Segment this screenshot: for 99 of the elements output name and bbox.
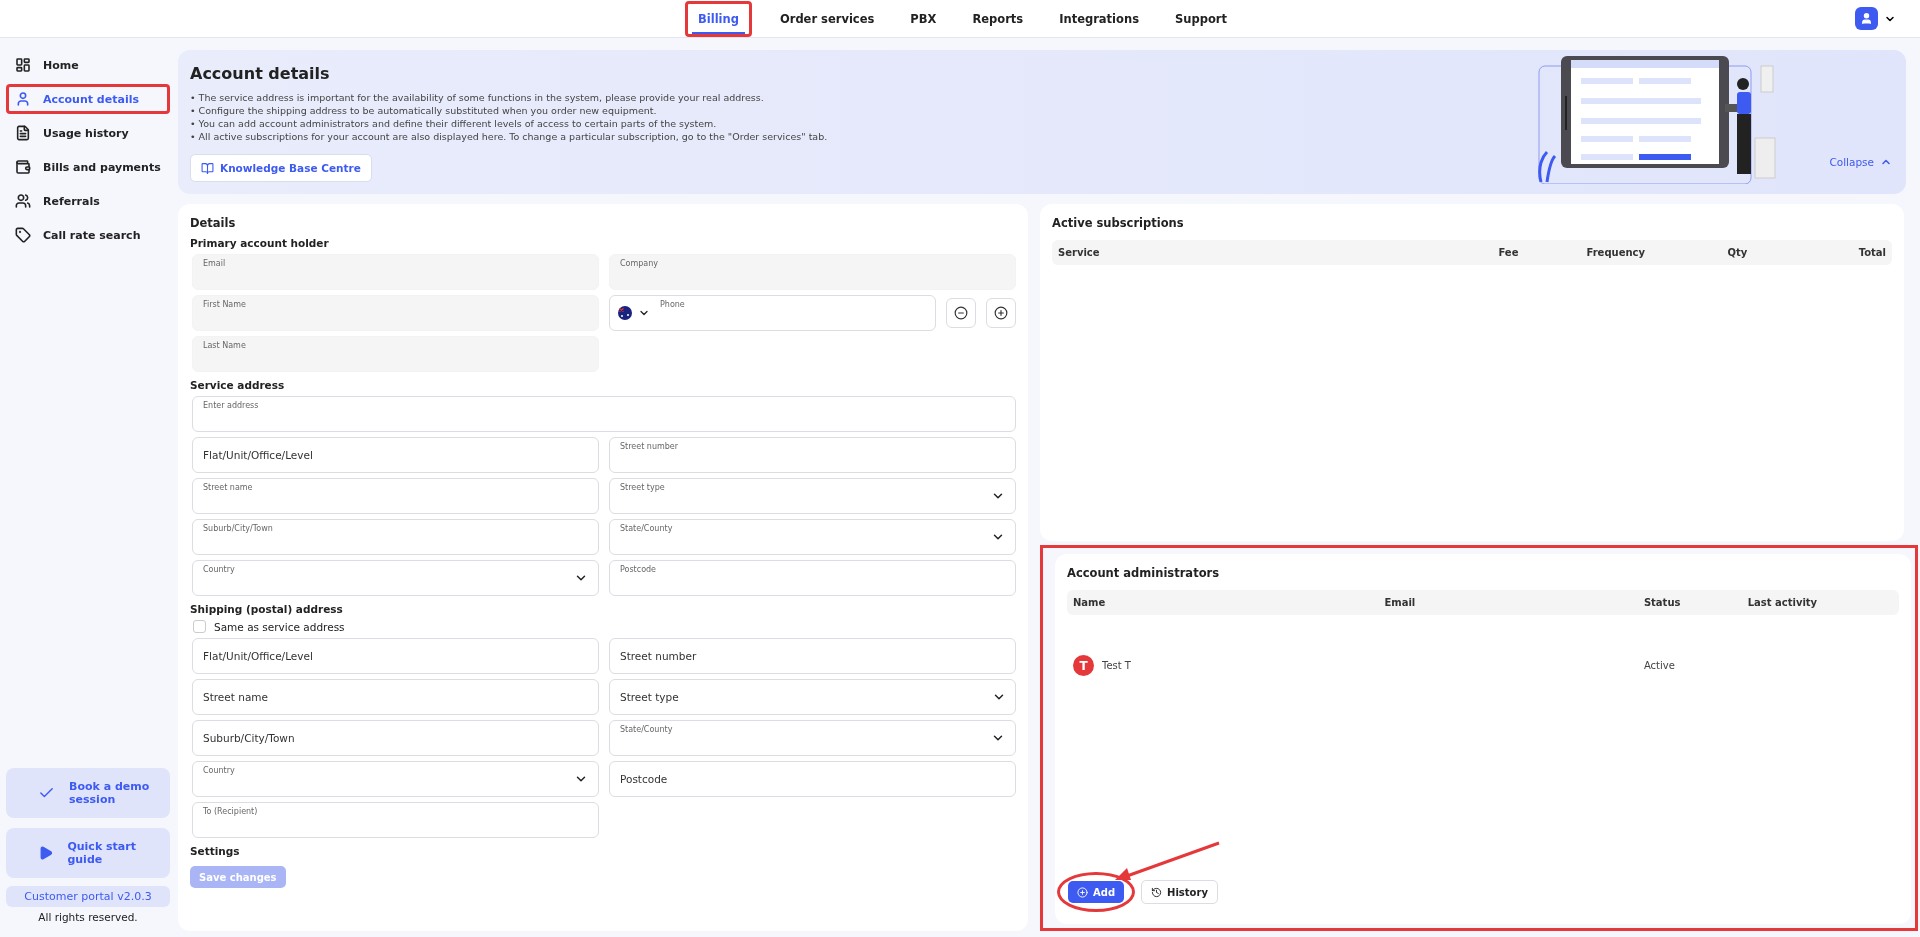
nav-tab[interactable]: Billing <box>690 5 747 32</box>
checkbox-label: Same as service address <box>214 620 345 633</box>
book-icon <box>201 161 214 175</box>
field-label: Email <box>203 259 226 268</box>
history-button[interactable]: History <box>1141 880 1218 904</box>
wallet-icon <box>15 159 31 175</box>
input-field[interactable]: To (Recipient) <box>192 802 599 838</box>
sidebar-item[interactable]: Account details <box>6 84 170 114</box>
select-field[interactable]: Country <box>192 761 599 797</box>
table-cell: Test T <box>1102 660 1131 671</box>
plus-circle-icon <box>1077 886 1088 898</box>
user-avatar-icon <box>1855 7 1878 30</box>
select-field[interactable]: State/County <box>609 720 1016 756</box>
version-label: Customer portal v2.0.3 <box>6 886 170 907</box>
field-label: State/County <box>620 524 673 533</box>
field-label: First Name <box>203 300 246 309</box>
section-title: Details <box>190 216 237 230</box>
add-button[interactable] <box>986 298 1016 328</box>
nav-tab[interactable]: Integrations <box>1051 5 1147 32</box>
tag-icon <box>15 227 31 243</box>
column-header: Status <box>1643 597 1682 608</box>
collapse-button[interactable]: Collapse <box>1829 156 1892 168</box>
account-menu-button[interactable] <box>1855 7 1896 30</box>
minus-circle-icon <box>954 306 968 320</box>
info-bullet: • The service address is important for the availability of some functions in the system, please provide your real address. <box>190 91 764 104</box>
field-label: To (Recipient) <box>203 807 258 816</box>
section-title: Active subscriptions <box>1052 216 1185 230</box>
input-field[interactable]: Suburb/City/Town <box>192 519 599 555</box>
input-field[interactable]: Flat/Unit/Office/Level <box>192 437 599 473</box>
select-field[interactable]: Country <box>192 560 599 596</box>
field-label: Street name <box>203 483 253 492</box>
copyright-text: All rights reserved. <box>37 911 139 923</box>
document-icon <box>15 125 31 141</box>
field-label: Country <box>203 766 235 775</box>
input-field[interactable]: Suburb/City/Town <box>192 720 599 756</box>
promo-card[interactable]: Book a demo session <box>6 768 170 818</box>
field-label: Last Name <box>203 341 246 350</box>
column-header: Name <box>1073 597 1107 608</box>
nav-tab[interactable]: Reports <box>964 5 1032 32</box>
dashboard-icon <box>15 57 31 73</box>
column-header: Service <box>1058 247 1101 258</box>
field-label: Suburb/City/Town <box>203 524 273 533</box>
info-bullet: • All active subscriptions for your account are also displayed here. To change a particular subscription, go to the "Order services" tab. <box>190 130 828 143</box>
select-field[interactable]: Street type <box>609 478 1016 514</box>
input-field[interactable]: Street number <box>609 437 1016 473</box>
input-field[interactable]: Street name <box>192 478 599 514</box>
column-header: Frequency <box>1586 247 1647 258</box>
sidebar-item[interactable]: Usage history <box>6 118 170 148</box>
remove-button[interactable] <box>946 298 976 328</box>
page-title: Account details <box>190 64 331 83</box>
column-header: Fee <box>1498 247 1520 258</box>
field-label: Company <box>620 259 659 268</box>
users-icon <box>15 193 31 209</box>
nav-tab[interactable]: PBX <box>902 5 945 32</box>
field-label: Country <box>203 565 235 574</box>
field-label: Street number <box>620 442 679 451</box>
input-field[interactable]: Street name <box>192 679 599 715</box>
input-field[interactable]: Postcode <box>609 761 1016 797</box>
sidebar-item[interactable]: Home <box>6 50 170 80</box>
checkbox[interactable] <box>193 620 206 633</box>
history-icon <box>1151 886 1163 898</box>
section-heading: Shipping (postal) address <box>190 603 344 615</box>
input-field[interactable]: Enter address <box>192 396 1016 432</box>
input-field[interactable]: Flat/Unit/Office/Level <box>192 638 599 674</box>
avatar: T <box>1073 655 1094 676</box>
section-title: Account administrators <box>1067 566 1221 580</box>
column-header: Total <box>1857 247 1886 258</box>
select-field[interactable]: Street type <box>609 679 1016 715</box>
column-header: Qty <box>1727 247 1749 258</box>
select-field[interactable]: State/County <box>609 519 1016 555</box>
nav-tab[interactable]: Order services <box>771 5 883 32</box>
knowledge-base-button[interactable]: Knowledge Base Centre <box>190 154 372 182</box>
nav-tab[interactable]: Support <box>1167 5 1235 32</box>
checkbox-row[interactable]: Same as service address <box>190 620 1016 633</box>
field-label: Postcode <box>620 565 657 574</box>
sidebar-item[interactable]: Referrals <box>6 186 170 216</box>
table-cell-text: Active <box>1643 660 1676 671</box>
plus-circle-icon <box>994 306 1008 320</box>
sidebar-item[interactable]: Bills and payments <box>6 152 170 182</box>
section-heading: Settings <box>190 845 241 857</box>
user-icon <box>15 91 31 107</box>
field-label: Enter address <box>203 401 259 410</box>
field-label: Phone <box>660 300 685 309</box>
info-bullet: • You can add account administrators and define their different levels of access to certain parts of the system. <box>190 117 717 130</box>
column-header: Last activity <box>1747 597 1819 608</box>
section-heading: Service address <box>190 379 286 391</box>
input-field[interactable]: Postcode <box>609 560 1016 596</box>
flag-icon <box>618 306 632 320</box>
play-icon <box>38 845 54 861</box>
promo-card[interactable]: Quick start guide <box>6 828 170 878</box>
add-button[interactable]: Add <box>1068 881 1125 903</box>
phone-field[interactable]: Phone <box>609 295 936 331</box>
column-header: Email <box>1384 597 1417 608</box>
field-label: State/County <box>620 725 673 734</box>
input-field[interactable]: Street number <box>609 638 1016 674</box>
section-heading: Primary account holder <box>190 237 330 249</box>
field-label: Street type <box>620 483 665 492</box>
sidebar-item[interactable]: Call rate search <box>6 220 170 250</box>
info-bullet: • Configure the shipping address to be automatically substituted when you order new equipment. <box>190 104 657 117</box>
